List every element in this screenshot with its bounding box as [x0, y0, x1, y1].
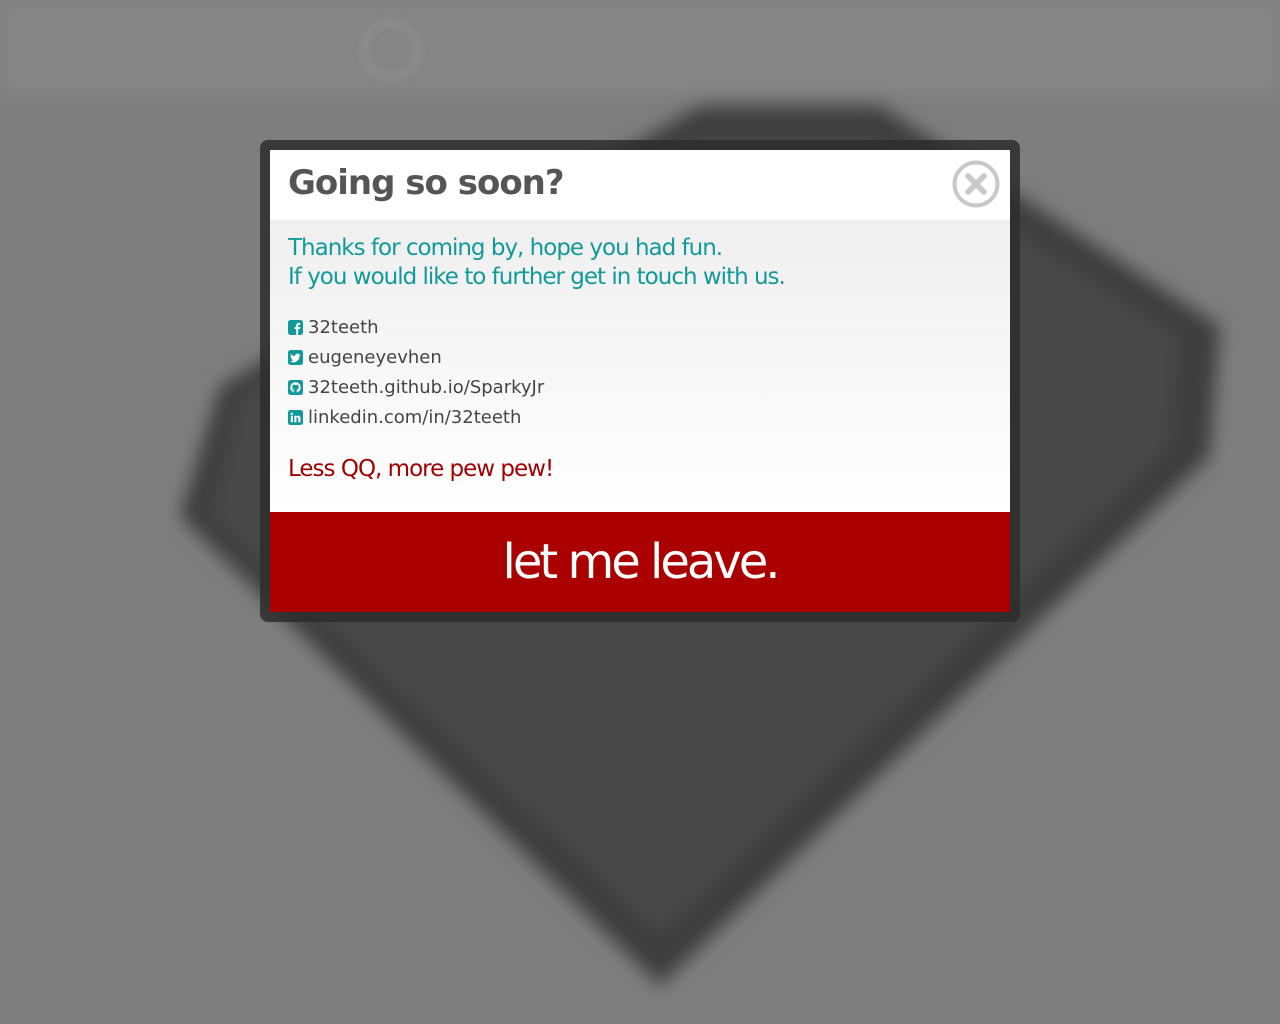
- close-icon: [952, 160, 1000, 208]
- social-link-label[interactable]: eugeneyevhen: [308, 347, 442, 368]
- intro-text: Thanks for coming by, hope you had fun. …: [288, 234, 992, 292]
- social-links-list: 32teeth eugeneyevhen 32teeth.github.io/S…: [288, 312, 992, 432]
- modal-body: Thanks for coming by, hope you had fun. …: [270, 220, 1010, 512]
- intro-line-2: If you would like to further get in touc…: [288, 264, 786, 290]
- intro-line-1: Thanks for coming by, hope you had fun.: [288, 235, 723, 261]
- leave-button[interactable]: let me leave.: [270, 512, 1010, 612]
- close-button[interactable]: [952, 160, 1000, 208]
- background-logo: [248, 26, 338, 70]
- tagline: Less QQ, more pew pew!: [288, 456, 554, 482]
- facebook-icon: [288, 319, 303, 335]
- modal-title: Going so soon?: [288, 163, 565, 203]
- exit-modal: Going so soon? Thanks for coming by, hop…: [270, 150, 1010, 612]
- background-header: [0, 0, 1280, 95]
- social-link-label[interactable]: 32teeth.github.io/SparkyJr: [308, 377, 544, 398]
- social-link-twitter[interactable]: eugeneyevhen: [288, 342, 992, 372]
- social-link-facebook[interactable]: 32teeth: [288, 312, 992, 342]
- modal-header: Going so soon?: [270, 150, 1010, 220]
- modal-overlay-frame: Going so soon? Thanks for coming by, hop…: [260, 140, 1020, 622]
- social-link-label[interactable]: linkedin.com/in/32teeth: [308, 407, 521, 428]
- social-link-github[interactable]: 32teeth.github.io/SparkyJr: [288, 372, 992, 402]
- social-link-label[interactable]: 32teeth: [308, 317, 379, 338]
- social-link-linkedin[interactable]: linkedin.com/in/32teeth: [288, 402, 992, 432]
- github-icon: [288, 379, 303, 395]
- linkedin-icon: [288, 409, 303, 425]
- background-logo-icon: [362, 22, 420, 78]
- twitter-icon: [288, 349, 303, 365]
